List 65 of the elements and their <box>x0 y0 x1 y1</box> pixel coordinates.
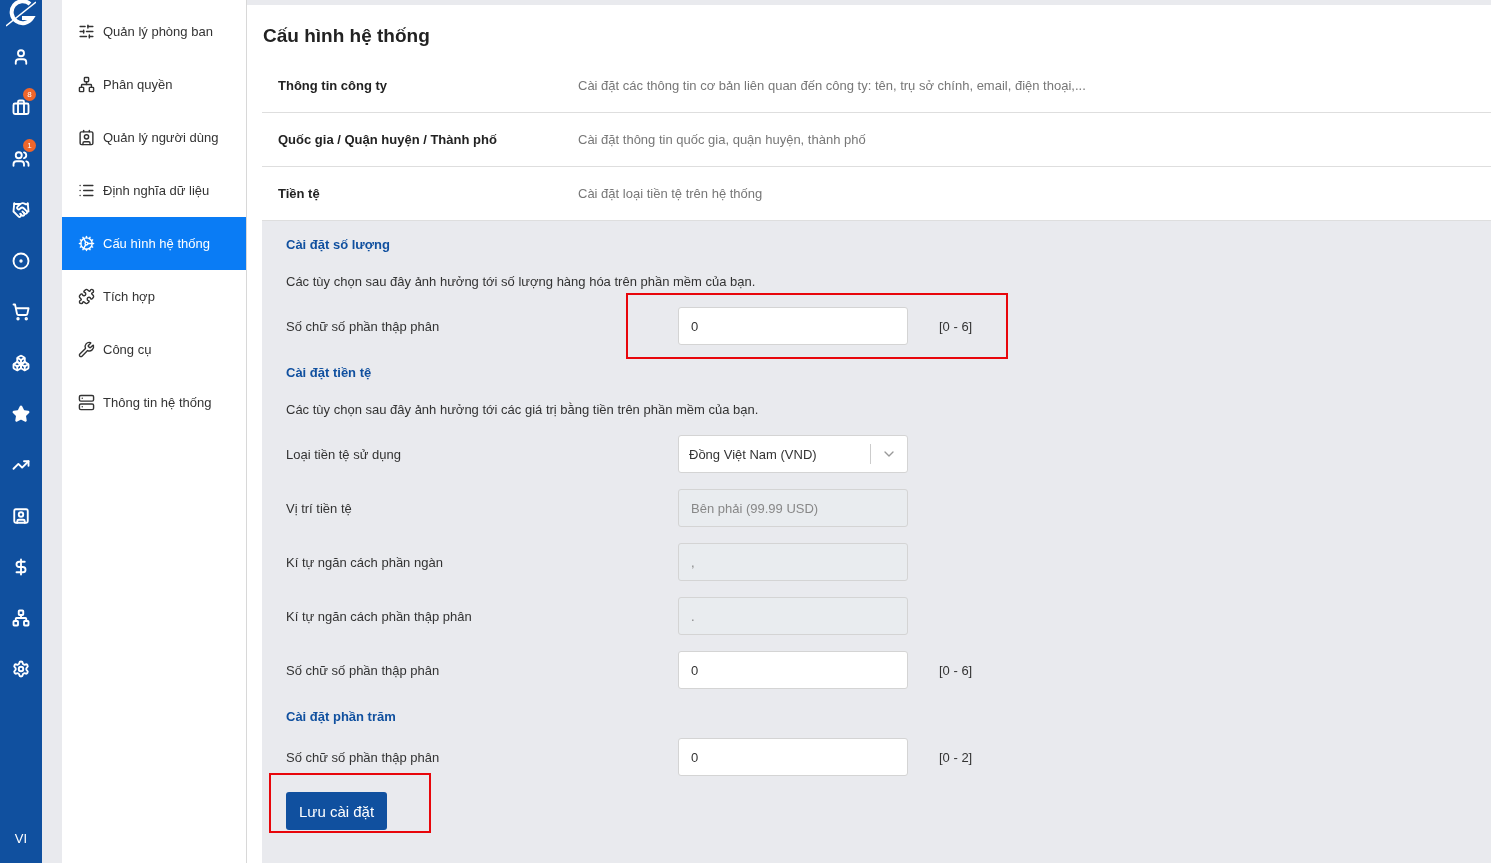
input-field[interactable]: 0 <box>678 307 908 345</box>
sidebar-item-label: Quản lý người dùng <box>103 130 219 145</box>
setting-description: Cài đặt thông tin quốc gia, quận huyện, thành phố <box>578 132 866 147</box>
count-badge: 8 <box>23 88 36 101</box>
sidebar-item-label: Quản lý phòng ban <box>103 24 213 39</box>
wrench-icon <box>78 341 95 358</box>
language-code: VI <box>14 831 28 846</box>
setting-link[interactable]: Quốc gia / Quận huyện / Thành phố <box>278 132 578 147</box>
section-description: Các tùy chọn sau đây ảnh hưởng tới các giá trị bằng tiền trên phần mềm của bạn. <box>286 400 760 419</box>
list-icon <box>78 182 95 199</box>
field-label: Số chữ số phần thập phân <box>286 749 441 765</box>
user-icon[interactable] <box>12 48 30 66</box>
gear-icon[interactable] <box>12 660 30 678</box>
handshake-icon[interactable] <box>12 201 30 219</box>
field-label: Kí tự ngăn cách phần ngàn <box>286 554 444 570</box>
input-field[interactable]: 0 <box>678 651 908 689</box>
sidebar-item[interactable]: Công cụ <box>62 323 246 376</box>
contact-icon <box>78 129 95 146</box>
input-field[interactable]: 0 <box>678 738 908 776</box>
section-heading: Cài đặt phần trăm <box>286 707 397 726</box>
setting-link[interactable]: Thông tin công ty <box>278 78 578 93</box>
sidebar-item-label: Phân quyền <box>103 77 173 92</box>
section-description: Các tùy chọn sau đây ảnh hưởng tới số lượng hàng hóa trên phần mềm của bạn. <box>286 272 757 291</box>
sidebar-item-label: Tích hợp <box>103 289 155 304</box>
cart-icon[interactable] <box>12 303 30 321</box>
network-icon[interactable] <box>12 609 30 627</box>
person-icon[interactable] <box>12 507 30 525</box>
count-badge: 1 <box>23 139 36 152</box>
sidebar-item[interactable]: Quản lý phòng ban <box>62 5 246 58</box>
sidebar-item[interactable]: Cấu hình hệ thống <box>62 217 246 270</box>
setting-description: Cài đặt các thông tin cơ bản liên quan đến công ty: tên, trụ sở chính, email, điện thoại,... <box>578 78 1086 93</box>
sliders-icon <box>78 23 95 40</box>
star-icon[interactable] <box>12 405 30 423</box>
setting-link[interactable]: Tiền tệ <box>278 186 578 201</box>
sidebar-item[interactable]: Thông tin hệ thống <box>62 376 246 429</box>
field-label: Số chữ số phần thập phân <box>286 662 441 678</box>
currency-select[interactable]: Đồng Việt Nam (VND) <box>678 435 908 473</box>
server-icon <box>78 394 95 411</box>
sidebar-item-label: Cấu hình hệ thống <box>103 236 210 251</box>
boxes-icon[interactable] <box>12 354 30 372</box>
field-label: Loại tiền tệ sử dụng <box>286 446 402 462</box>
sidebar-item-label: Công cụ <box>103 342 152 357</box>
puzzle-icon <box>78 288 95 305</box>
section-heading: Cài đặt số lượng <box>286 235 391 254</box>
setting-description: Cài đặt loại tiền tệ trên hệ thống <box>578 186 763 201</box>
sidebar-item-label: Định nghĩa dữ liệu <box>103 183 210 198</box>
logo-icon <box>6 0 36 28</box>
section-heading: Cài đặt tiền tệ <box>286 363 373 382</box>
save-button[interactable]: Lưu cài đặt <box>286 792 388 830</box>
page-title: Cấu hình hệ thống <box>263 25 431 47</box>
users-icon[interactable] <box>12 150 30 168</box>
sidebar-item[interactable]: Quản lý người dùng <box>62 111 246 164</box>
sidebar-item[interactable]: Định nghĩa dữ liệu <box>62 164 246 217</box>
target-icon[interactable] <box>12 252 30 270</box>
range-hint: [0 - 2] <box>939 749 973 765</box>
range-hint: [0 - 6] <box>939 662 973 678</box>
range-hint: [0 - 6] <box>939 318 973 334</box>
sidebar-item-label: Thông tin hệ thống <box>103 395 212 410</box>
field-label: Số chữ số phần thập phân <box>286 318 441 334</box>
briefcase-icon[interactable] <box>12 99 30 117</box>
sidebar-item[interactable]: Phân quyền <box>62 58 246 111</box>
field-label: Vị trí tiền tệ <box>286 500 353 516</box>
field-label: Kí tự ngăn cách phần thập phân <box>286 608 473 624</box>
network-icon <box>78 76 95 93</box>
sidebar-item[interactable]: Tích hợp <box>62 270 246 323</box>
